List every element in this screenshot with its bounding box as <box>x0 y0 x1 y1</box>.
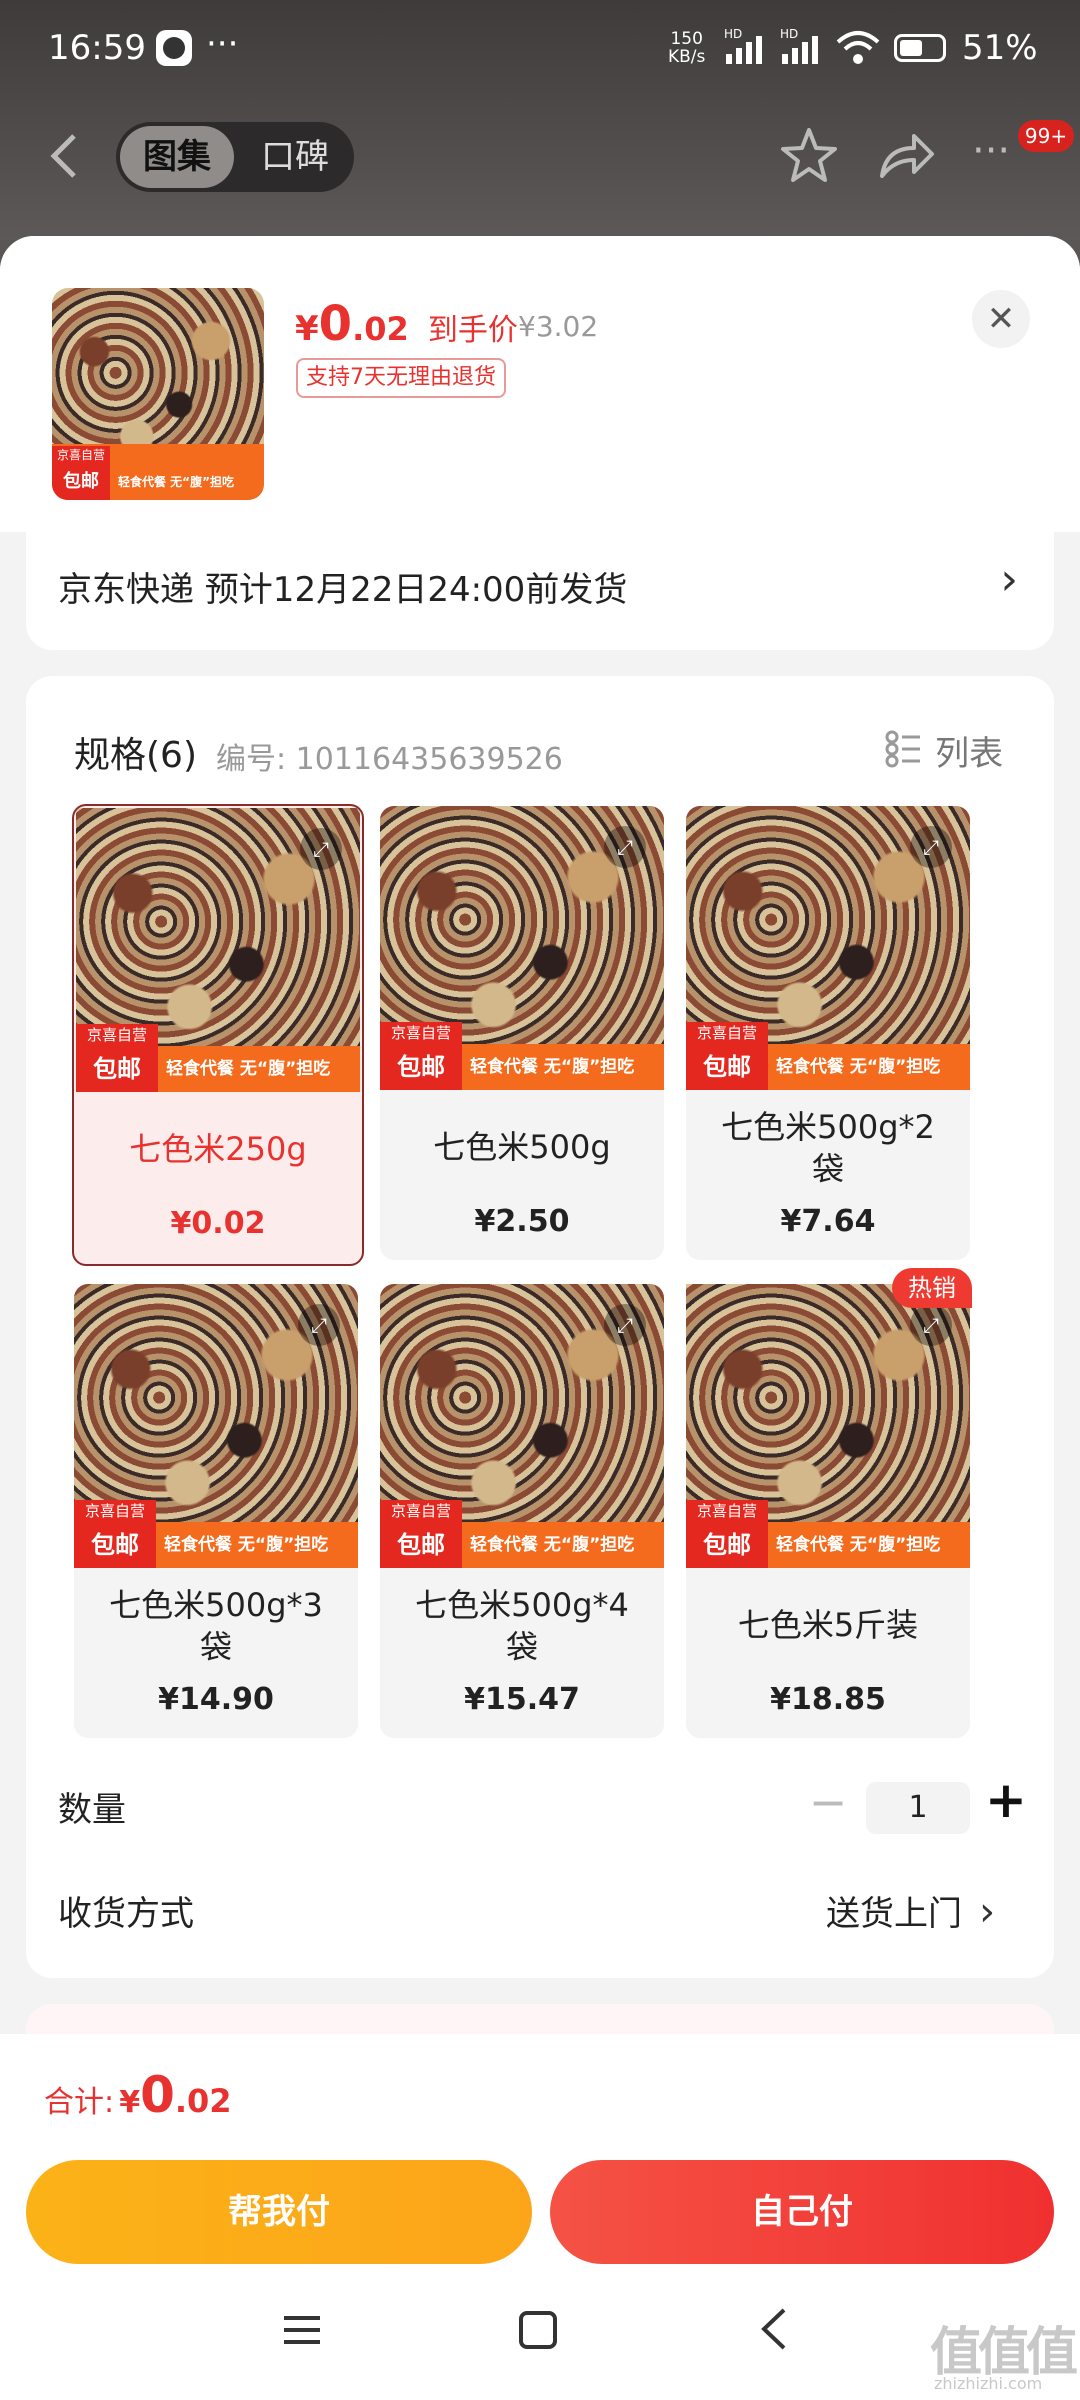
total-price: 合计: ¥0.02 <box>44 2066 232 2124</box>
gallery-review-switch: 图集 口碑 <box>116 122 354 192</box>
status-time: 16:59 <box>48 28 146 68</box>
spec-option[interactable]: 京喜自营 包邮 轻食代餐 无“腹”担吃 ⤢ 七色米500g*2 袋 ¥7.64 <box>686 806 970 1260</box>
chevron-right-icon: › <box>1000 554 1018 605</box>
delivery-selector[interactable]: 送货上门 › <box>826 1886 995 1935</box>
spec-image: 京喜自营 包邮 轻食代餐 无“腹”担吃 ⤢ <box>74 1284 358 1568</box>
help-pay-button[interactable]: 帮我付 <box>26 2160 532 2264</box>
message-badge: 99+ <box>1018 120 1074 152</box>
delivery-label: 收货方式 <box>58 1894 194 1934</box>
close-icon[interactable]: ✕ <box>972 290 1030 348</box>
menu-icon[interactable] <box>282 2310 322 2354</box>
quantity-input[interactable]: 1 <box>866 1782 970 1834</box>
tab-gallery[interactable]: 图集 <box>120 126 234 188</box>
expand-icon[interactable]: ⤢ <box>604 1304 646 1346</box>
expand-icon[interactable]: ⤢ <box>298 1304 340 1346</box>
spec-name: 七色米500g*4 袋 <box>415 1586 629 1666</box>
signal-icon-2: HD <box>780 26 824 66</box>
self-pay-button[interactable]: 自己付 <box>550 2160 1054 2264</box>
quantity-label: 数量 <box>58 1790 126 1830</box>
spec-image: 京喜自营 包邮 轻食代餐 无“腹”担吃 ⤢ <box>76 808 360 1092</box>
product-code: 编号: 10116435639526 <box>216 742 563 777</box>
deal-price: ¥0.02 到手价 <box>295 296 518 352</box>
shipping-text: 京东快递 预计12月22日24:00前发货 <box>58 570 628 610</box>
spec-price: ¥15.47 <box>464 1682 580 1717</box>
spec-name: 七色米500g*3 袋 <box>109 1586 323 1666</box>
quantity-plus-button[interactable]: + <box>984 1770 1028 1830</box>
spec-name: 七色米500g <box>433 1128 611 1166</box>
original-price: ¥3.02 <box>518 310 599 343</box>
spec-image: 京喜自营 包邮 轻食代餐 无“腹”担吃 ⤢ <box>686 1284 970 1568</box>
spec-price: ¥14.90 <box>158 1682 274 1717</box>
expand-icon[interactable]: ⤢ <box>604 826 646 868</box>
svg-text:HD: HD <box>724 27 742 41</box>
back-nav-icon[interactable] <box>756 2306 792 2356</box>
signal-icon: HD <box>724 26 768 66</box>
expand-icon[interactable]: ⤢ <box>300 828 342 870</box>
list-view-toggle[interactable]: 列表 <box>884 726 1003 775</box>
status-more: ··· <box>206 24 239 64</box>
network-speed: 150 KB/s <box>668 29 706 67</box>
spec-option[interactable]: 京喜自营 包邮 轻食代餐 无“腹”担吃 ⤢ 七色米250g ¥0.02 <box>72 804 364 1266</box>
return-policy-tag: 支持7天无理由退货 <box>296 358 506 398</box>
wifi-icon <box>834 28 882 70</box>
battery-percent: 51% <box>962 28 1038 68</box>
hot-sale-badge: 热销 <box>892 1268 972 1308</box>
spec-price: ¥7.64 <box>780 1204 876 1239</box>
more-icon[interactable]: ··· <box>972 128 1010 174</box>
expand-icon[interactable]: ⤢ <box>910 1304 952 1346</box>
spec-price: ¥18.85 <box>770 1682 886 1717</box>
app-notification-icon <box>156 30 192 66</box>
chevron-right-icon: › <box>979 1889 996 1935</box>
spec-price: ¥2.50 <box>474 1204 570 1239</box>
spec-option[interactable]: 京喜自营 包邮 轻食代餐 无“腹”担吃 ⤢ 热销 七色米5斤装 ¥18.85 <box>686 1268 972 1738</box>
spec-option[interactable]: 京喜自营 包邮 轻食代餐 无“腹”担吃 ⤢ 七色米500g*3 袋 ¥14.90 <box>74 1284 358 1738</box>
watermark-url: zhizhizhi.com <box>934 2374 1043 2393</box>
spec-name: 七色米250g <box>129 1130 307 1168</box>
spec-image: 京喜自营 包邮 轻食代餐 无“腹”担吃 ⤢ <box>380 806 664 1090</box>
spec-option[interactable]: 京喜自营 包邮 轻食代餐 无“腹”担吃 ⤢ 七色米500g*4 袋 ¥15.47 <box>380 1284 664 1738</box>
spec-image: 京喜自营 包邮 轻食代餐 无“腹”担吃 ⤢ <box>380 1284 664 1568</box>
spec-name: 七色米5斤装 <box>737 1606 919 1644</box>
home-icon[interactable] <box>518 2310 558 2354</box>
battery-icon <box>894 34 946 62</box>
tab-reviews[interactable]: 口碑 <box>240 126 350 188</box>
quantity-minus-button[interactable]: − <box>806 1772 850 1832</box>
spec-title: 规格(6) <box>74 735 197 776</box>
spec-option[interactable]: 京喜自营 包邮 轻食代餐 无“腹”担吃 ⤢ 七色米500g ¥2.50 <box>380 806 664 1260</box>
product-thumbnail[interactable]: 京喜自营 包邮 轻食代餐 无“腹”担吃 <box>52 288 264 500</box>
back-icon[interactable] <box>44 128 84 188</box>
list-icon <box>884 729 924 773</box>
share-icon[interactable] <box>876 128 936 188</box>
favorite-star-icon[interactable] <box>778 124 840 190</box>
spec-image: 京喜自营 包邮 轻食代餐 无“腹”担吃 ⤢ <box>686 806 970 1090</box>
expand-icon[interactable]: ⤢ <box>910 826 952 868</box>
shipping-card[interactable]: 京东快递 预计12月22日24:00前发货 › <box>26 532 1054 650</box>
spec-name: 七色米500g*2 袋 <box>721 1108 935 1188</box>
svg-text:HD: HD <box>780 27 798 41</box>
spec-price: ¥0.02 <box>170 1206 266 1241</box>
